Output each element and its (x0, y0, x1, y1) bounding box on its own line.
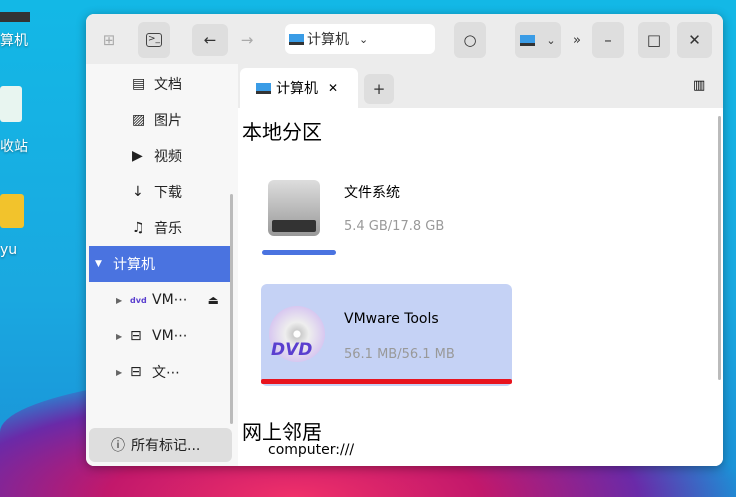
maximize-button[interactable]: □ (638, 22, 670, 58)
label: 所有标记... (131, 438, 201, 454)
home-folder-icon[interactable] (0, 194, 24, 228)
sidebar-item-computer[interactable]: ▼ 计算机 (89, 246, 230, 282)
computer-icon (289, 33, 304, 45)
info-icon: ⓘ (111, 438, 125, 454)
label: VM⋯ (152, 292, 188, 308)
file-manager-window: ⊞ >_ ← → 计算机 ⌄ ○ ⌄ » – □ ✕ ▤ 文档 ▨ 图片 ▶ 视频 ↓… (86, 14, 723, 466)
drive-name: 文件系统 (344, 185, 400, 201)
view-mode-button[interactable]: ⌄ (515, 22, 561, 58)
main-scrollbar[interactable] (718, 116, 721, 380)
tab-bar: 计算机 ✕ + ▥ (238, 64, 723, 108)
search-button[interactable]: ○ (454, 22, 486, 58)
all-tags-button[interactable]: ⓘ 所有标记... (89, 428, 232, 462)
dvd-icon: DVD (269, 306, 325, 362)
address-text: 计算机 (307, 32, 349, 48)
back-button[interactable]: ← (192, 24, 228, 56)
drive-usage: 56.1 MB/56.1 MB (344, 347, 455, 362)
tab-computer[interactable]: 计算机 ✕ (240, 68, 358, 108)
sidebar-device[interactable]: ▶ ⊟ 文⋯ (86, 354, 230, 390)
hard-drive-icon (268, 180, 320, 236)
sidebar-item-videos[interactable]: ▶ 视频 (86, 138, 230, 174)
network-heading: 网上邻居 (242, 420, 322, 444)
document-icon: ▤ (132, 76, 146, 92)
caret-right-icon: ▶ (116, 367, 123, 377)
video-icon: ▶ (132, 148, 143, 164)
address-bar[interactable]: 计算机 ⌄ (285, 24, 435, 54)
sidebar-item-downloads[interactable]: ↓ 下载 (86, 174, 230, 210)
drive-usage: 5.4 GB/17.8 GB (344, 219, 445, 234)
drive-icon: ⊟ (130, 328, 142, 344)
trash-icon[interactable] (0, 86, 22, 122)
sidebar-item-music[interactable]: ♫ 音乐 (86, 210, 230, 246)
computer-icon (520, 34, 536, 46)
usage-bar (262, 250, 508, 255)
computer-icon (256, 82, 271, 94)
label: VM⋯ (152, 328, 188, 344)
new-folder-icon[interactable]: ⊞ (94, 22, 124, 58)
label: 图片 (154, 113, 182, 129)
close-button[interactable]: ✕ (677, 22, 712, 58)
main-panel: 计算机 ✕ + ▥ 本地分区 文件系统 5.4 GB/17.8 GB DVD V… (238, 64, 723, 466)
download-icon: ↓ (132, 184, 144, 200)
dvd-icon: dvd (130, 295, 147, 305)
tab-label: 计算机 (276, 81, 318, 97)
usage-bar (261, 379, 512, 384)
sidebar-device[interactable]: ▶ dvd VM⋯ ⏏ (86, 282, 230, 318)
desktop-label[interactable]: yu (0, 242, 17, 258)
label: 下载 (154, 185, 182, 201)
terminal-icon: >_ (146, 33, 162, 47)
caret-down-icon: ▼ (95, 259, 102, 269)
minimize-button[interactable]: – (592, 22, 624, 58)
music-icon: ♫ (132, 220, 145, 236)
sidebar-item-documents[interactable]: ▤ 文档 (86, 66, 230, 102)
columns-icon[interactable]: ▥ (693, 78, 705, 93)
label: 音乐 (154, 221, 182, 237)
chevron-down-icon: ⌄ (359, 32, 369, 46)
eject-icon[interactable]: ⏏ (208, 293, 219, 307)
computer-desktop-icon[interactable] (0, 12, 30, 22)
toolbar: ⊞ >_ ← → 计算机 ⌄ ○ ⌄ » – □ ✕ (86, 14, 723, 64)
network-item[interactable]: computer:/// (268, 442, 354, 458)
label: 计算机 (113, 257, 155, 273)
sidebar-scrollbar[interactable] (230, 194, 233, 424)
drive-name: VMware Tools (344, 311, 439, 327)
local-partitions-heading: 本地分区 (242, 120, 322, 144)
desktop-label[interactable]: 收站 (0, 136, 28, 156)
chevron-down-icon: ⌄ (546, 33, 556, 47)
close-tab-icon[interactable]: ✕ (328, 81, 338, 95)
desktop-label[interactable]: 算机 (0, 30, 28, 50)
terminal-button[interactable]: >_ (138, 22, 170, 58)
sidebar: ▤ 文档 ▨ 图片 ▶ 视频 ↓ 下载 ♫ 音乐 ▼ 计算机 ▶ dvd VM⋯ ⏏ ▶ ⊟ VM⋯ … (86, 64, 238, 466)
new-tab-button[interactable]: + (364, 74, 394, 104)
search-icon: ○ (463, 31, 477, 49)
caret-right-icon: ▶ (116, 331, 123, 341)
more-icon[interactable]: » (570, 22, 584, 58)
drive-filesystem[interactable]: 文件系统 5.4 GB/17.8 GB (260, 164, 510, 274)
label: 文⋯ (152, 365, 180, 381)
caret-right-icon: ▶ (116, 295, 123, 305)
picture-icon: ▨ (132, 112, 146, 128)
label: 视频 (154, 149, 182, 165)
drive-vmware-tools[interactable]: DVD VMware Tools 56.1 MB/56.1 MB (261, 284, 512, 386)
forward-button[interactable]: → (232, 22, 262, 58)
sidebar-item-pictures[interactable]: ▨ 图片 (86, 102, 230, 138)
drive-icon: ⊟ (130, 364, 142, 380)
label: 文档 (154, 77, 182, 93)
sidebar-device[interactable]: ▶ ⊟ VM⋯ (86, 318, 230, 354)
